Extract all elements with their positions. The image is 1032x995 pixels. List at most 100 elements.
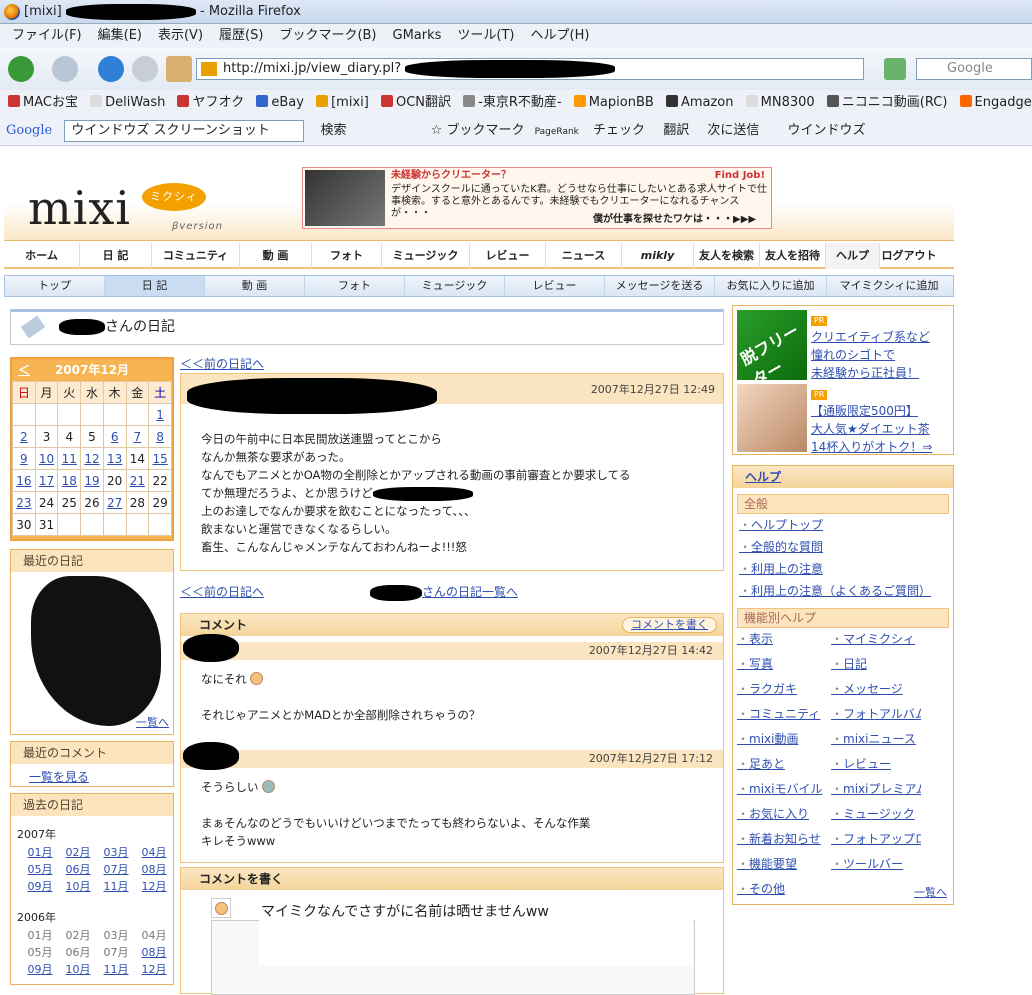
month-link[interactable]: 08月 [135,861,173,878]
subnav-video[interactable]: 動 画 [205,276,305,296]
help-link[interactable]: ヘルプトップ [733,514,953,536]
menu-history[interactable]: 履歴(S) [219,28,263,43]
month-link[interactable]: 06月 [59,861,97,878]
month-link[interactable]: 02月 [59,844,97,861]
recent-diaries-more-link[interactable]: 一覧へ [136,714,169,730]
menu-edit[interactable]: 編集(E) [98,28,142,43]
calendar-day-link[interactable]: 19 [80,469,104,492]
help-link[interactable]: メッセージ [827,678,921,700]
nav-review[interactable]: レビュー [470,243,546,269]
bookmark-item[interactable]: MN8300 [745,95,815,110]
bookmark-item[interactable]: ヤフオク [177,95,244,110]
calendar-day-link[interactable]: 18 [57,469,82,492]
menu-help[interactable]: ヘルプ(H) [531,28,590,43]
search-input[interactable]: Google [916,58,1032,80]
calendar-day-link[interactable]: 13 [102,447,127,470]
nav-community[interactable]: コミュニティ [152,243,240,269]
spellcheck-button[interactable]: チェック [593,123,645,138]
subnav-photo[interactable]: フォト [305,276,405,296]
help-link[interactable]: 写真 [733,653,827,675]
help-link[interactable]: 表示 [733,628,827,650]
back-icon[interactable] [8,56,34,82]
help-link[interactable]: コミュニティ [733,703,827,725]
subnav-review[interactable]: レビュー [505,276,605,296]
month-link[interactable]: 11月 [97,878,135,895]
send-to-button[interactable]: 次に送信 [707,123,759,138]
calendar-day-link[interactable]: 16 [12,469,36,492]
month-link[interactable]: 08月 [135,944,173,961]
go-icon[interactable] [884,58,906,80]
menu-file[interactable]: ファイル(F) [12,28,82,43]
month-link[interactable]: 09月 [21,878,59,895]
nav-video[interactable]: 動 画 [240,243,312,269]
calendar-day-link[interactable]: 10 [34,447,59,470]
menu-bookmarks[interactable]: ブックマーク(B) [279,28,376,43]
help-link[interactable]: 日記 [827,653,921,675]
calendar-day-link[interactable]: 12 [80,447,104,470]
add-mymixi-link[interactable]: マイミクシィに追加 [827,276,951,296]
month-link[interactable]: 07月 [97,861,135,878]
month-link[interactable]: 12月 [135,878,173,895]
forward-icon[interactable] [52,56,78,82]
month-link[interactable]: 11月 [97,961,135,978]
calendar-day-link[interactable]: 21 [125,469,150,492]
calendar-day-link[interactable]: 23 [12,491,36,514]
bookmark-item[interactable]: Amazon [665,95,733,110]
help-link[interactable]: 新着お知らせ [733,828,827,850]
help-link[interactable]: レビュー [827,753,921,775]
help-link[interactable]: お気に入り [733,803,827,825]
pr-link[interactable]: 14杯入りがオトク！⇒ [811,440,932,454]
help-title[interactable]: ヘルプ [733,466,953,488]
menu-view[interactable]: 表示(V) [158,28,203,43]
nav-news[interactable]: ニュース [546,243,622,269]
prev-diary-link[interactable]: ＜＜前の日記へ [180,355,264,372]
calendar-day-link[interactable]: 8 [148,425,172,448]
pr-link[interactable]: 憧れのシゴトで [811,348,895,362]
calendar-day-link[interactable]: 9 [12,447,36,470]
google-search-button[interactable]: 検索 [321,123,347,138]
subnav-top[interactable]: トップ [5,276,105,296]
toolbar-bookmark-button[interactable]: ブックマーク [446,123,524,138]
help-link[interactable]: ラクガキ [733,678,827,700]
write-comment-button[interactable]: コメントを書く [622,617,717,633]
help-link[interactable]: 機能要望 [733,853,827,875]
calendar-day-link[interactable]: 6 [102,425,127,448]
diary-list-link[interactable]: さんの日記一覧へ [370,583,518,601]
nav-invite[interactable]: 友人を招待 [760,243,826,269]
month-link[interactable]: 10月 [59,961,97,978]
help-link[interactable]: 利用上の注意 [733,558,953,580]
reload-icon[interactable] [98,56,124,82]
home-icon[interactable] [166,56,192,82]
subnav-music[interactable]: ミュージック [405,276,505,296]
translate-button[interactable]: 翻訳 [663,123,689,138]
calendar-day-link[interactable]: 27 [102,491,127,514]
help-more-link[interactable]: 一覧へ [914,884,947,900]
help-link[interactable]: ツールバー [827,853,921,875]
bookmark-item[interactable]: [mixi] [316,95,369,110]
nav-photo[interactable]: フォト [312,243,382,269]
bookmark-item[interactable]: ニコニコ動画(RC) [826,95,947,110]
menu-tools[interactable]: ツール(T) [457,28,514,43]
calendar-day-link[interactable]: 7 [125,425,150,448]
add-favorite-link[interactable]: お気に入りに追加 [715,276,827,296]
help-link[interactable]: mixiニュース [827,728,921,750]
recent-comments-link[interactable]: 一覧を見る [11,764,173,785]
pr-link[interactable]: クリエイティブ系など [811,330,930,344]
bookmark-item[interactable]: Engadget Japanese [959,95,1032,110]
bookmark-item[interactable]: OCN翻訳 [380,95,451,110]
google-toolbar-input[interactable]: ウインドウズ スクリーンショット [64,119,305,142]
prev-diary-link[interactable]: ＜＜前の日記へ [180,585,264,599]
nav-music[interactable]: ミュージック [382,243,470,269]
help-link[interactable]: mixiモバイル [733,778,827,800]
nav-help[interactable]: ヘルプ [826,243,880,269]
bookmark-item[interactable]: -東京R不動産- [463,95,562,110]
bookmark-item[interactable]: DeliWash [90,95,165,110]
help-link[interactable]: フォトアップローダー [827,828,921,850]
month-link[interactable]: 03月 [97,844,135,861]
menu-gmarks[interactable]: GMarks [393,28,442,43]
bookmark-star-icon[interactable]: ☆ [431,123,443,138]
stop-icon[interactable] [132,56,158,82]
help-link[interactable]: 全般的な質問 [733,536,953,558]
help-link[interactable]: ミュージック [827,803,921,825]
send-message-link[interactable]: メッセージを送る [605,276,715,296]
